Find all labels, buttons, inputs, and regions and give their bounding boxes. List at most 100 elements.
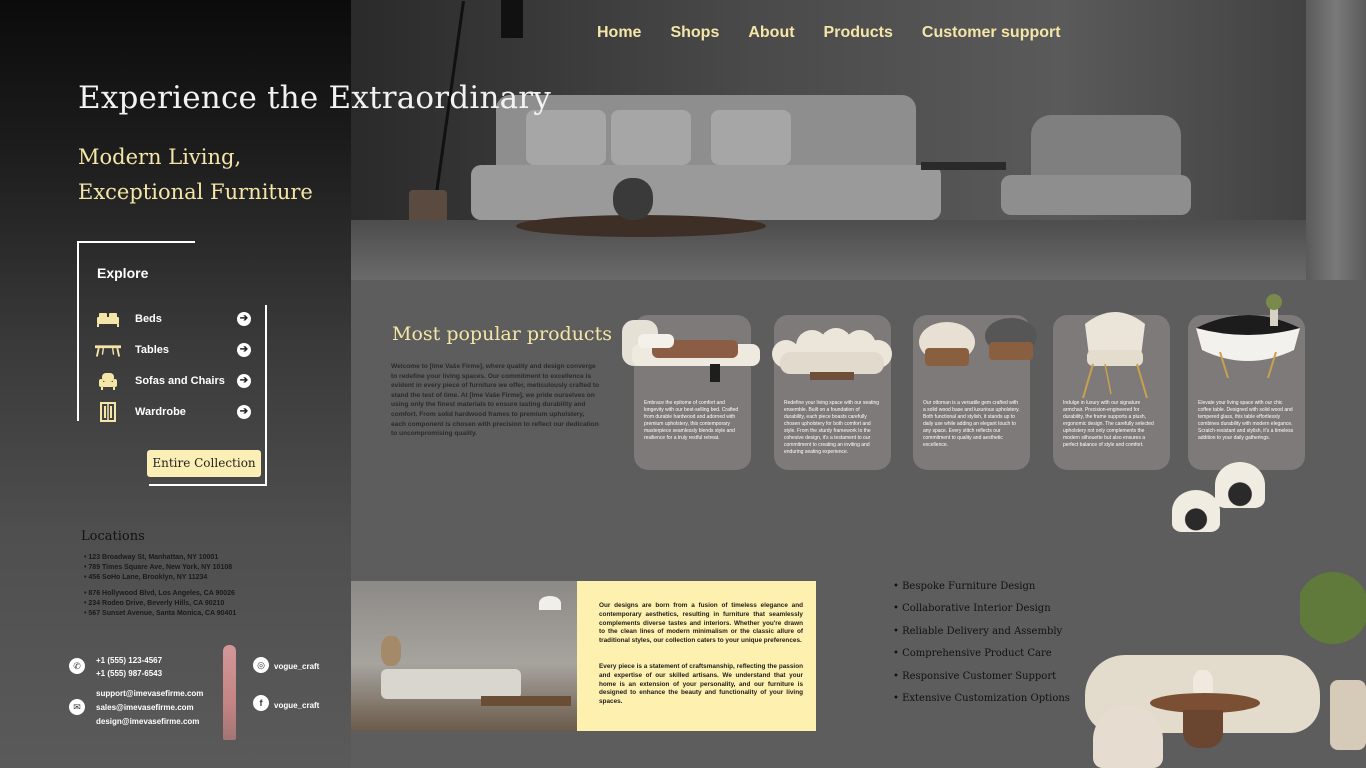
explore-list: Beds ➔ Tables ➔ Sofas and Chairs ➔ Wardr… <box>95 303 251 427</box>
chaise-seat <box>1001 175 1191 215</box>
facebook-handle[interactable]: vogue_craft <box>274 699 319 712</box>
frame-line <box>77 241 79 421</box>
bed-icon <box>95 310 121 328</box>
service-item: Collaborative Interior Design <box>893 603 1070 625</box>
hero-subtitle-line-2: Exceptional Furniture <box>78 180 313 204</box>
cushion <box>711 110 791 165</box>
location-item: 876 Hollywood Blvd, Los Angeles, CA 9002… <box>84 589 252 599</box>
explore-item-beds[interactable]: Beds ➔ <box>95 303 251 334</box>
service-item: Bespoke Furniture Design <box>893 581 1070 603</box>
instagram-icon[interactable]: ◎ <box>253 657 269 673</box>
bed-product-image <box>622 320 760 382</box>
pendant-lamp-image <box>1215 462 1265 508</box>
plant-pot <box>1330 680 1366 750</box>
hero-subtitle: Modern Living, Exceptional Furniture <box>78 140 313 210</box>
arrow-right-icon[interactable]: ➔ <box>237 311 251 326</box>
explore-panel: Explore Beds ➔ Tables ➔ Sofas and Chairs… <box>77 241 267 486</box>
locations-title: Locations <box>81 529 145 544</box>
product-description: Indulge in luxury with our signature arm… <box>1063 400 1154 448</box>
about-text-panel: Our designs are born from a fusion of ti… <box>577 581 816 731</box>
stool-image <box>1093 705 1163 768</box>
email-support[interactable]: support@imevasefirme.com <box>96 687 203 701</box>
side-table <box>921 162 1006 170</box>
location-item: 234 Rodeo Drive, Beverly Hills, CA 90210 <box>84 599 252 609</box>
services-list: Bespoke Furniture Design Collaborative I… <box>893 581 1070 715</box>
decor-plant <box>381 636 401 666</box>
entire-collection-button[interactable]: Entire Collection <box>147 450 261 477</box>
explore-item-label: Beds <box>135 312 162 325</box>
locations-list: 123 Broadway St, Manhattan, NY 10001 789… <box>84 553 252 619</box>
service-item: Reliable Delivery and Assembly <box>893 626 1070 648</box>
product-description: Redefine your living space with our seat… <box>784 400 880 455</box>
location-item: 456 SoHo Lane, Brooklyn, NY 11234 <box>84 573 252 583</box>
explore-item-sofas-and-chairs[interactable]: Sofas and Chairs ➔ <box>95 365 251 396</box>
service-item: Responsive Customer Support <box>893 671 1070 693</box>
product-description: Our ottoman is a versatile gem crafted w… <box>923 400 1020 448</box>
brush-stroke-decoration <box>223 645 236 740</box>
email-design[interactable]: design@imevasefirme.com <box>96 715 203 729</box>
frame-line <box>149 484 267 486</box>
popular-products-title: Most popular products <box>392 323 612 345</box>
tree-plant-image <box>1300 560 1366 680</box>
service-item: Extensive Customization Options <box>893 693 1070 715</box>
lamp-shade <box>501 0 523 38</box>
ottoman-product-image <box>919 318 1037 366</box>
location-item: 123 Broadway St, Manhattan, NY 10001 <box>84 553 252 563</box>
table-vase <box>613 178 653 220</box>
explore-item-label: Wardrobe <box>135 405 186 418</box>
hero-image <box>351 0 1366 280</box>
about-paragraph-1: Our designs are born from a fusion of ti… <box>599 602 803 645</box>
email-sales[interactable]: sales@imevasefirme.com <box>96 701 203 715</box>
frame-line <box>265 305 267 486</box>
email-addresses: support@imevasefirme.com sales@imevasefi… <box>96 687 203 729</box>
hero-subtitle-line-1: Modern Living, <box>78 145 242 169</box>
nav-shops[interactable]: Shops <box>670 24 719 42</box>
main-nav: Home Shops About Products Customer suppo… <box>597 24 1061 42</box>
facebook-icon[interactable]: f <box>253 695 269 711</box>
email-icon: ✉ <box>69 699 85 715</box>
location-item: 789 Times Square Ave, New York, NY 10108 <box>84 563 252 573</box>
sofa-seat <box>471 165 941 220</box>
phone-2[interactable]: +1 (555) 987-6543 <box>96 667 162 680</box>
frame-line <box>77 241 195 243</box>
pendant-lamp-image <box>1172 490 1220 532</box>
table-icon <box>95 341 121 359</box>
wardrobe-icon <box>95 401 121 422</box>
coffee-table-product-image <box>1196 294 1300 378</box>
cushion <box>611 110 691 165</box>
product-description: Embrace the epitome of comfort and longe… <box>644 400 739 441</box>
arrow-right-icon[interactable]: ➔ <box>237 373 251 388</box>
cushion <box>526 110 606 165</box>
explore-item-wardrobe[interactable]: Wardrobe ➔ <box>95 396 251 427</box>
popular-products-description: Welcome to [Ime Vaše Firme], where quali… <box>391 363 600 438</box>
location-item: 567 Sunset Avenue, Santa Monica, CA 9040… <box>84 609 252 619</box>
couch <box>381 669 521 699</box>
nav-products[interactable]: Products <box>824 24 893 42</box>
hero-title: Experience the Extraordinary <box>78 80 552 116</box>
pendant-light <box>539 596 561 610</box>
explore-item-label: Sofas and Chairs <box>135 374 225 387</box>
product-description: Elevate your living space with our chic … <box>1198 400 1294 441</box>
about-paragraph-2: Every piece is a statement of craftsmans… <box>599 663 803 706</box>
arrow-right-icon[interactable]: ➔ <box>237 342 251 357</box>
phone-icon: ✆ <box>69 658 85 674</box>
explore-title: Explore <box>97 265 149 281</box>
explore-item-tables[interactable]: Tables ➔ <box>95 334 251 365</box>
phone-numbers: +1 (555) 123-4567 +1 (555) 987-6543 <box>96 654 162 680</box>
arrow-right-icon[interactable]: ➔ <box>237 404 251 419</box>
instagram-handle[interactable]: vogue_craft <box>274 660 319 673</box>
armchair-icon <box>95 372 121 390</box>
service-item: Comprehensive Product Care <box>893 648 1070 670</box>
phone-1[interactable]: +1 (555) 123-4567 <box>96 654 162 667</box>
sofa-product-image <box>772 328 892 380</box>
floor <box>351 220 1366 280</box>
armchair-product-image <box>1082 312 1148 399</box>
explore-item-label: Tables <box>135 343 170 356</box>
curtain <box>1306 0 1366 280</box>
round-table-base <box>1183 710 1223 748</box>
wooden-table <box>481 696 571 706</box>
nav-customer-support[interactable]: Customer support <box>922 24 1061 42</box>
nav-home[interactable]: Home <box>597 24 641 42</box>
nav-about[interactable]: About <box>748 24 794 42</box>
interior-photo <box>351 581 577 731</box>
